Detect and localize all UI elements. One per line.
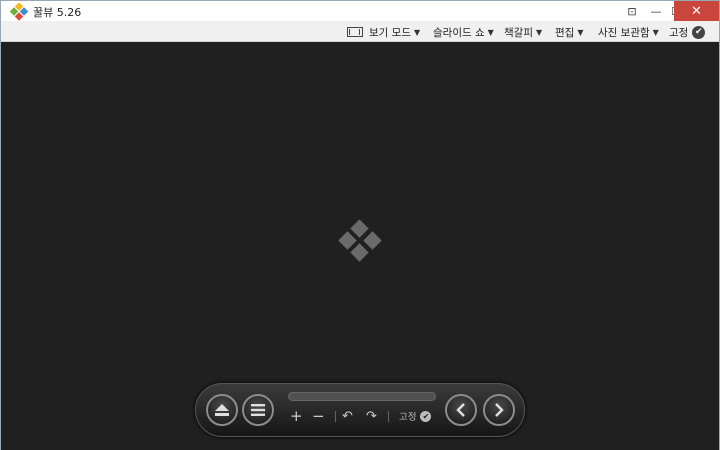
menu-bar: 보기 모드 ▼ 슬라이드 쇼 ▼ 책갈피 ▼ 편집 ▼ 사진 보관함 ▼ 고정 … xyxy=(1,21,719,42)
menu-label: 사진 보관함 xyxy=(598,26,650,39)
chevron-down-icon: ▼ xyxy=(577,27,584,37)
menu-label: 편집 xyxy=(555,26,575,39)
chevron-down-icon: ▼ xyxy=(487,27,494,37)
image-viewer-area[interactable]: + − ↶ ↷ 고정 ✔ xyxy=(1,42,719,450)
minimize-button[interactable]: — xyxy=(645,1,667,21)
fix-toggle-button[interactable]: 고정 ✔ xyxy=(399,407,432,425)
previous-image-button[interactable] xyxy=(445,394,477,426)
menu-label: 고정 xyxy=(669,26,689,39)
view-mode-icon xyxy=(347,27,363,37)
close-button[interactable]: ✕ xyxy=(674,1,719,21)
app-logo-icon xyxy=(10,3,28,21)
chevron-down-icon: ▼ xyxy=(535,27,543,37)
app-window: 꿀뷰 5.26 ⊡ — ☐ ✕ 보기 모드 ▼ 슬라이드 쇼 ▼ 책갈피 ▼ 편… xyxy=(0,0,720,450)
center-logo-icon xyxy=(338,220,382,262)
fix-label: 고정 xyxy=(399,412,417,423)
control-bar: + − ↶ ↷ 고정 ✔ xyxy=(195,383,525,437)
chevron-down-icon: ▼ xyxy=(413,27,421,37)
pin-icon: ⊡ xyxy=(627,4,637,18)
menu-label: 슬라이드 쇼 xyxy=(433,26,485,39)
next-image-button[interactable] xyxy=(483,394,515,426)
close-icon: ✕ xyxy=(691,3,702,19)
list-button[interactable] xyxy=(242,394,274,426)
zoom-out-button[interactable]: − xyxy=(312,407,325,425)
chevron-left-icon xyxy=(456,403,465,417)
zoom-in-button[interactable]: + xyxy=(290,407,303,425)
rotate-left-icon: ↶ xyxy=(342,408,353,424)
rotate-right-button[interactable]: ↷ xyxy=(366,407,377,425)
eject-button[interactable] xyxy=(206,394,238,426)
rotate-left-button[interactable]: ↶ xyxy=(342,407,353,425)
eject-icon xyxy=(215,404,229,416)
progress-slider[interactable] xyxy=(288,392,436,401)
menu-view-mode[interactable]: 보기 모드 ▼ xyxy=(347,24,420,40)
chevron-down-icon: ▼ xyxy=(652,27,659,37)
menu-label: 보기 모드 xyxy=(369,26,411,39)
check-circle-icon: ✔ xyxy=(692,25,706,39)
window-title: 꿀뷰 5.26 xyxy=(33,6,82,19)
check-circle-icon: ✔ xyxy=(420,410,432,422)
menu-edit[interactable]: 편집 ▼ xyxy=(555,24,583,40)
rotate-right-icon: ↷ xyxy=(366,408,377,424)
minus-icon: − xyxy=(312,407,325,425)
plus-icon: + xyxy=(290,407,303,425)
chevron-right-icon xyxy=(495,403,504,417)
menu-fix-toggle[interactable]: 고정 ✔ xyxy=(669,24,706,40)
minimize-icon: — xyxy=(650,4,662,18)
menu-photo-storage[interactable]: 사진 보관함 ▼ xyxy=(598,24,659,40)
menu-bookmark[interactable]: 책갈피 ▼ xyxy=(504,24,542,40)
divider xyxy=(335,411,336,422)
menu-slideshow[interactable]: 슬라이드 쇼 ▼ xyxy=(433,24,494,40)
menu-label: 책갈피 xyxy=(504,26,533,39)
title-bar[interactable]: 꿀뷰 5.26 ⊡ — ☐ ✕ xyxy=(1,1,719,21)
pin-window-button[interactable]: ⊡ xyxy=(621,1,643,21)
divider xyxy=(388,411,389,422)
list-icon xyxy=(251,404,265,416)
